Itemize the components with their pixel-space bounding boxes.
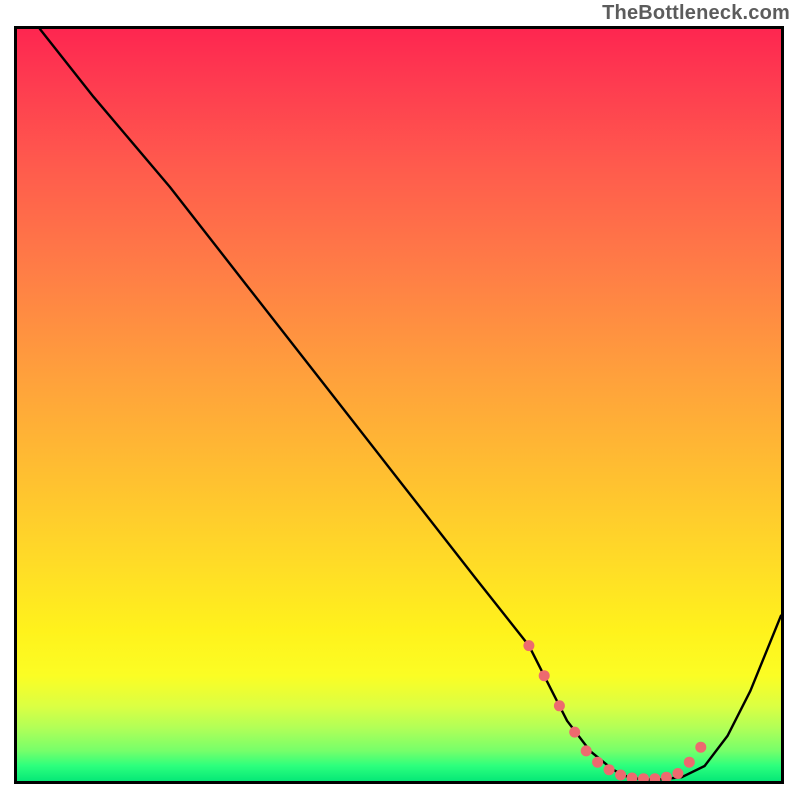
sweet-spot-marker	[695, 742, 706, 753]
sweet-spot-marker	[638, 773, 649, 781]
chart-container: TheBottleneck.com	[0, 0, 800, 800]
sweet-spot-marker	[661, 772, 672, 781]
sweet-spot-marker	[581, 745, 592, 756]
sweet-spot-marker	[672, 768, 683, 779]
sweet-spot-marker	[539, 670, 550, 681]
sweet-spot-marker	[615, 770, 626, 781]
watermark-text: TheBottleneck.com	[602, 2, 790, 25]
sweet-spot-marker	[684, 757, 695, 768]
sweet-spot-marker	[554, 700, 565, 711]
sweet-spot-marker	[649, 773, 660, 781]
curve-layer	[17, 29, 781, 781]
sweet-spot-marker	[627, 773, 638, 782]
sweet-spot-marker	[569, 727, 580, 738]
sweet-spot-marker	[592, 757, 603, 768]
plot-frame	[14, 26, 784, 784]
sweet-spot-marker	[523, 640, 534, 651]
sweet-spot-marker	[604, 764, 615, 775]
bottleneck-curve-path	[40, 29, 781, 780]
